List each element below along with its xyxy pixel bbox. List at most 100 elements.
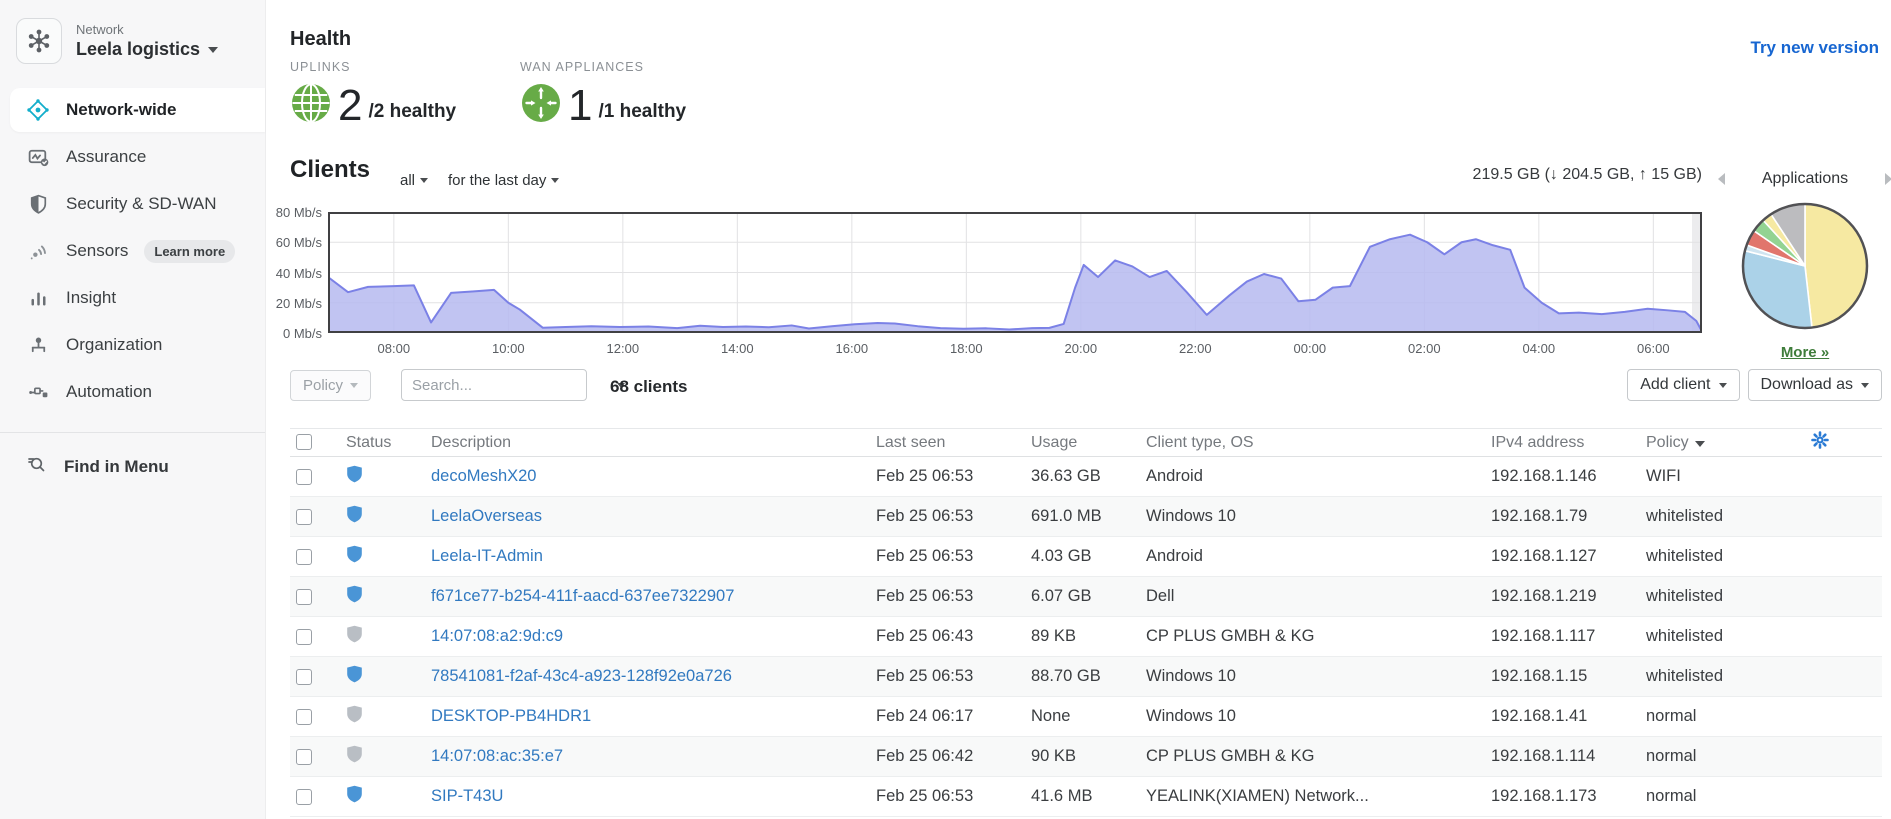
- gear-icon[interactable]: [1811, 436, 1829, 453]
- col-header-client-type[interactable]: Client type, OS: [1140, 429, 1485, 457]
- sidebar-item-network-wide[interactable]: Network-wide: [10, 88, 265, 132]
- last-seen-cell: Feb 25 06:43: [870, 617, 1025, 657]
- status-shield-icon: [346, 665, 363, 683]
- search-combobox[interactable]: [401, 369, 587, 401]
- org-selector[interactable]: Leela logistics: [76, 39, 218, 60]
- row-checkbox[interactable]: [296, 629, 312, 645]
- learn-more-badge[interactable]: Learn more: [144, 240, 235, 263]
- x-axis-tick: 04:00: [1509, 341, 1569, 356]
- col-header-description[interactable]: Description: [425, 429, 870, 457]
- status-shield-icon: [346, 465, 363, 483]
- row-checkbox[interactable]: [296, 469, 312, 485]
- ipv4-cell: 192.168.1.173: [1485, 777, 1640, 817]
- wan-appliance-icon: [520, 82, 562, 129]
- network-logo-icon: [16, 18, 62, 64]
- policy-cell: whitelisted: [1640, 537, 1805, 577]
- x-axis-tick: 00:00: [1280, 341, 1340, 356]
- last-seen-cell: Feb 25 06:53: [870, 657, 1025, 697]
- col-header-usage[interactable]: Usage: [1025, 429, 1140, 457]
- row-checkbox[interactable]: [296, 549, 312, 565]
- select-all-checkbox[interactable]: [296, 434, 312, 450]
- row-checkbox[interactable]: [296, 789, 312, 805]
- wan-health: 1 /1 healthy: [520, 82, 686, 129]
- policy-cell: normal: [1640, 737, 1805, 777]
- policy-filter-button[interactable]: Policy: [290, 370, 371, 401]
- sidebar-item-label: Automation: [66, 382, 152, 402]
- ipv4-cell: 192.168.1.79: [1485, 497, 1640, 537]
- chevron-down-icon: [208, 47, 218, 53]
- y-axis-tick: 80 Mb/s: [252, 205, 322, 220]
- client-description-link[interactable]: f671ce77-b254-411f-aacd-637ee7322907: [431, 587, 734, 605]
- client-description-link[interactable]: DESKTOP-PB4HDR1: [431, 707, 591, 725]
- client-description-link[interactable]: 14:07:08:a2:9d:c9: [431, 627, 563, 645]
- col-header-ipv4[interactable]: IPv4 address: [1485, 429, 1640, 457]
- row-checkbox[interactable]: [296, 669, 312, 685]
- globe-icon: [290, 82, 332, 129]
- row-checkbox[interactable]: [296, 709, 312, 725]
- last-seen-cell: Feb 25 06:53: [870, 537, 1025, 577]
- client-description-link[interactable]: 14:07:08:ac:35:e7: [431, 747, 563, 765]
- chevron-down-icon: [350, 383, 358, 388]
- clients-table: Status Description Last seen Usage Clien…: [290, 428, 1882, 817]
- prev-arrow-icon[interactable]: [1718, 173, 1725, 185]
- org-tree-icon: [26, 333, 50, 357]
- find-in-menu[interactable]: Find in Menu: [0, 433, 265, 480]
- col-header-policy[interactable]: Policy: [1640, 429, 1805, 457]
- x-axis-tick: 12:00: [593, 341, 653, 356]
- more-link[interactable]: More »: [1718, 344, 1891, 361]
- search-input[interactable]: [402, 377, 617, 394]
- search-icon: [26, 453, 48, 480]
- col-header-last-seen[interactable]: Last seen: [870, 429, 1025, 457]
- policy-cell: normal: [1640, 777, 1805, 817]
- last-seen-cell: Feb 25 06:53: [870, 777, 1025, 817]
- sidebar-item-security-sdwan[interactable]: Security & SD-WAN: [0, 182, 265, 226]
- policy-cell: whitelisted: [1640, 617, 1805, 657]
- x-axis-tick: 02:00: [1394, 341, 1454, 356]
- client-description-link[interactable]: 78541081-f2af-43c4-a923-128f92e0a726: [431, 667, 732, 685]
- find-in-menu-label: Find in Menu: [64, 457, 169, 477]
- x-axis-tick: 18:00: [936, 341, 996, 356]
- col-header-status[interactable]: Status: [340, 429, 425, 457]
- try-new-version-link[interactable]: Try new version: [1751, 38, 1880, 58]
- table-row: f671ce77-b254-411f-aacd-637ee7322907 Feb…: [290, 577, 1882, 617]
- next-arrow-icon[interactable]: [1885, 173, 1891, 185]
- usage-cell: 6.07 GB: [1025, 577, 1140, 617]
- x-axis-tick: 22:00: [1165, 341, 1225, 356]
- sidebar-item-sensors[interactable]: Sensors Learn more: [0, 229, 265, 273]
- row-checkbox[interactable]: [296, 749, 312, 765]
- chevron-down-icon: [1719, 383, 1727, 388]
- sidebar-item-insight[interactable]: Insight: [0, 276, 265, 320]
- last-seen-cell: Feb 24 06:17: [870, 697, 1025, 737]
- x-axis-tick: 20:00: [1051, 341, 1111, 356]
- client-description-link[interactable]: Leela-IT-Admin: [431, 547, 543, 565]
- page-title: Health: [290, 28, 351, 51]
- row-checkbox[interactable]: [296, 509, 312, 525]
- sidebar-item-automation[interactable]: Automation: [0, 370, 265, 414]
- table-row: 14:07:08:ac:35:e7 Feb 25 06:42 90 KB CP …: [290, 737, 1882, 777]
- client-description-link[interactable]: LeelaOverseas: [431, 507, 542, 525]
- ipv4-cell: 192.168.1.146: [1485, 457, 1640, 497]
- shield-icon: [26, 192, 50, 216]
- sidebar-item-label: Security & SD-WAN: [66, 194, 217, 214]
- download-as-button[interactable]: Download as: [1748, 369, 1883, 401]
- last-seen-cell: Feb 25 06:42: [870, 737, 1025, 777]
- status-shield-icon: [346, 785, 363, 803]
- x-axis-tick: 16:00: [822, 341, 882, 356]
- ipv4-cell: 192.168.1.114: [1485, 737, 1640, 777]
- x-axis-tick: 08:00: [364, 341, 424, 356]
- policy-cell: whitelisted: [1640, 497, 1805, 537]
- ipv4-cell: 192.168.1.127: [1485, 537, 1640, 577]
- row-checkbox[interactable]: [296, 589, 312, 605]
- usage-summary: 219.5 GB (↓ 204.5 GB, ↑ 15 GB): [290, 166, 1702, 184]
- client-description-link[interactable]: decoMeshX20: [431, 467, 537, 485]
- sidebar-item-assurance[interactable]: Assurance: [0, 135, 265, 179]
- client-description-link[interactable]: SIP-T43U: [431, 787, 503, 805]
- table-settings[interactable]: [1805, 429, 1882, 457]
- uplinks-health: 2 /2 healthy: [290, 82, 456, 129]
- table-row: DESKTOP-PB4HDR1 Feb 24 06:17 None Window…: [290, 697, 1882, 737]
- sidebar-item-organization[interactable]: Organization: [0, 323, 265, 367]
- sidebar-item-label: Sensors: [66, 241, 128, 261]
- sidebar-item-label: Organization: [66, 335, 162, 355]
- usage-cell: 89 KB: [1025, 617, 1140, 657]
- add-client-button[interactable]: Add client: [1627, 369, 1739, 401]
